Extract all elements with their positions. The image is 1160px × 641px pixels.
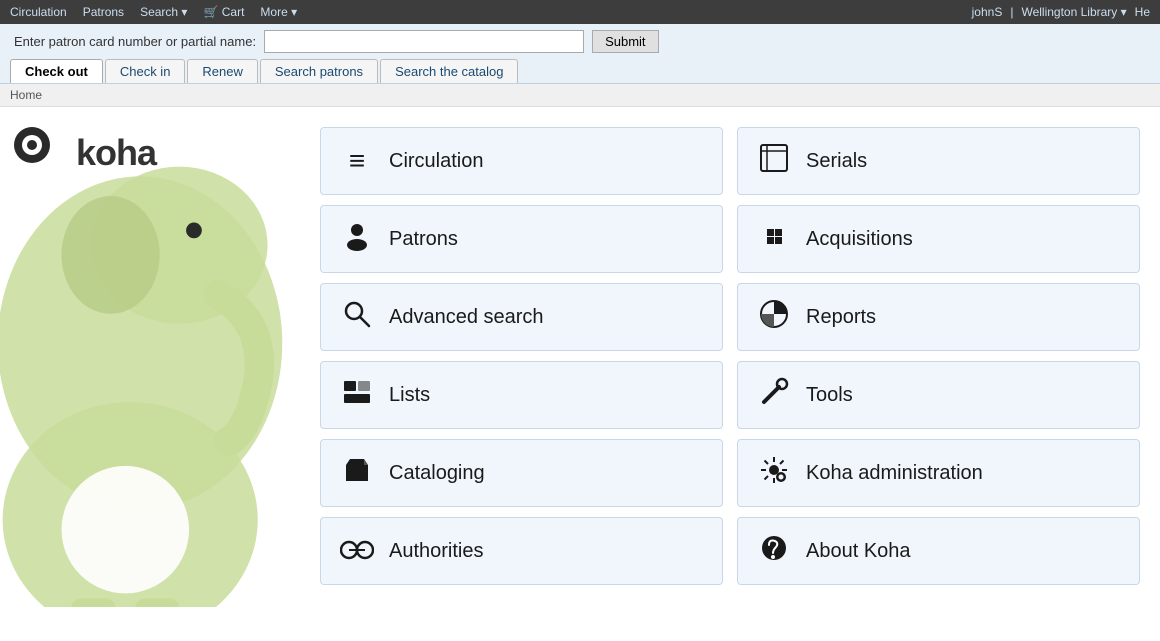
patrons-label: Patrons [389, 228, 458, 251]
grid-left-column: ≡ Circulation Patrons Advanced search [320, 127, 723, 587]
tools-icon [756, 377, 792, 414]
authorities-label: Authorities [389, 540, 484, 563]
grid-advanced-search[interactable]: Advanced search [320, 283, 723, 351]
about-koha-icon [756, 533, 792, 570]
grid-reports[interactable]: Reports [737, 283, 1140, 351]
nav-user[interactable]: johnS [972, 5, 1003, 19]
nav-circulation[interactable]: Circulation [10, 5, 67, 19]
grid-circulation[interactable]: ≡ Circulation [320, 127, 723, 195]
tab-checkout[interactable]: Check out [10, 59, 103, 83]
reports-icon [756, 299, 792, 336]
acquisitions-icon [756, 221, 792, 258]
about-koha-label: About Koha [806, 540, 911, 563]
elephant-illustration [0, 147, 300, 607]
tools-label: Tools [806, 384, 853, 407]
grid-acquisitions[interactable]: Acquisitions [737, 205, 1140, 273]
patron-input-label: Enter patron card number or partial name… [14, 34, 256, 49]
nav-help[interactable]: He [1135, 5, 1150, 19]
top-nav-left: Circulation Patrons Search ▾ 🛒 Cart More… [10, 5, 297, 19]
left-decoration: koha [0, 107, 310, 607]
grid-area: ≡ Circulation Patrons Advanced search [310, 107, 1160, 607]
lists-label: Lists [389, 384, 430, 407]
koha-admin-icon [756, 455, 792, 492]
cataloging-label: Cataloging [389, 462, 485, 485]
grid-koha-administration[interactable]: Koha administration [737, 439, 1140, 507]
grid-right-column: Serials Acquisitions [737, 127, 1140, 587]
grid-patrons[interactable]: Patrons [320, 205, 723, 273]
submit-button[interactable]: Submit [592, 30, 658, 53]
tab-search-patrons[interactable]: Search patrons [260, 59, 378, 83]
grid-cataloging[interactable]: Cataloging [320, 439, 723, 507]
authorities-icon [339, 535, 375, 567]
acquisitions-label: Acquisitions [806, 228, 913, 251]
tab-checkin[interactable]: Check in [105, 59, 186, 83]
top-navbar: Circulation Patrons Search ▾ 🛒 Cart More… [0, 0, 1160, 24]
checkout-subnav: Enter patron card number or partial name… [0, 24, 1160, 84]
advanced-search-icon [339, 299, 375, 336]
circulation-label: Circulation [389, 150, 483, 173]
grid-serials[interactable]: Serials [737, 127, 1140, 195]
serials-icon [756, 143, 792, 180]
reports-label: Reports [806, 306, 876, 329]
nav-search[interactable]: Search ▾ [140, 5, 187, 19]
nav-cart[interactable]: 🛒 Cart [203, 5, 244, 19]
advanced-search-label: Advanced search [389, 306, 544, 329]
koha-admin-label: Koha administration [806, 462, 983, 485]
patrons-icon [339, 221, 375, 258]
grid-lists[interactable]: Lists [320, 361, 723, 429]
nav-library[interactable]: Wellington Library ▾ [1021, 5, 1126, 19]
serials-label: Serials [806, 150, 867, 173]
grid-tools[interactable]: Tools [737, 361, 1140, 429]
tab-renew[interactable]: Renew [187, 59, 257, 83]
checkout-tabs: Check out Check in Renew Search patrons … [10, 59, 1150, 83]
breadcrumb: Home [0, 84, 1160, 107]
nav-patrons[interactable]: Patrons [83, 5, 124, 19]
nav-sep1: | [1010, 5, 1013, 19]
lists-icon [339, 377, 375, 414]
grid-about-koha[interactable]: About Koha [737, 517, 1140, 585]
patron-card-input[interactable] [264, 30, 584, 53]
top-nav-right: johnS | Wellington Library ▾ He [972, 5, 1150, 19]
patron-input-area: Enter patron card number or partial name… [10, 30, 1150, 53]
tab-search-catalog[interactable]: Search the catalog [380, 59, 518, 83]
main-content: koha ≡ Circulat [0, 107, 1160, 607]
cataloging-icon [339, 455, 375, 492]
nav-more[interactable]: More ▾ [260, 5, 297, 19]
grid-authorities[interactable]: Authorities [320, 517, 723, 585]
circulation-icon: ≡ [339, 145, 375, 177]
